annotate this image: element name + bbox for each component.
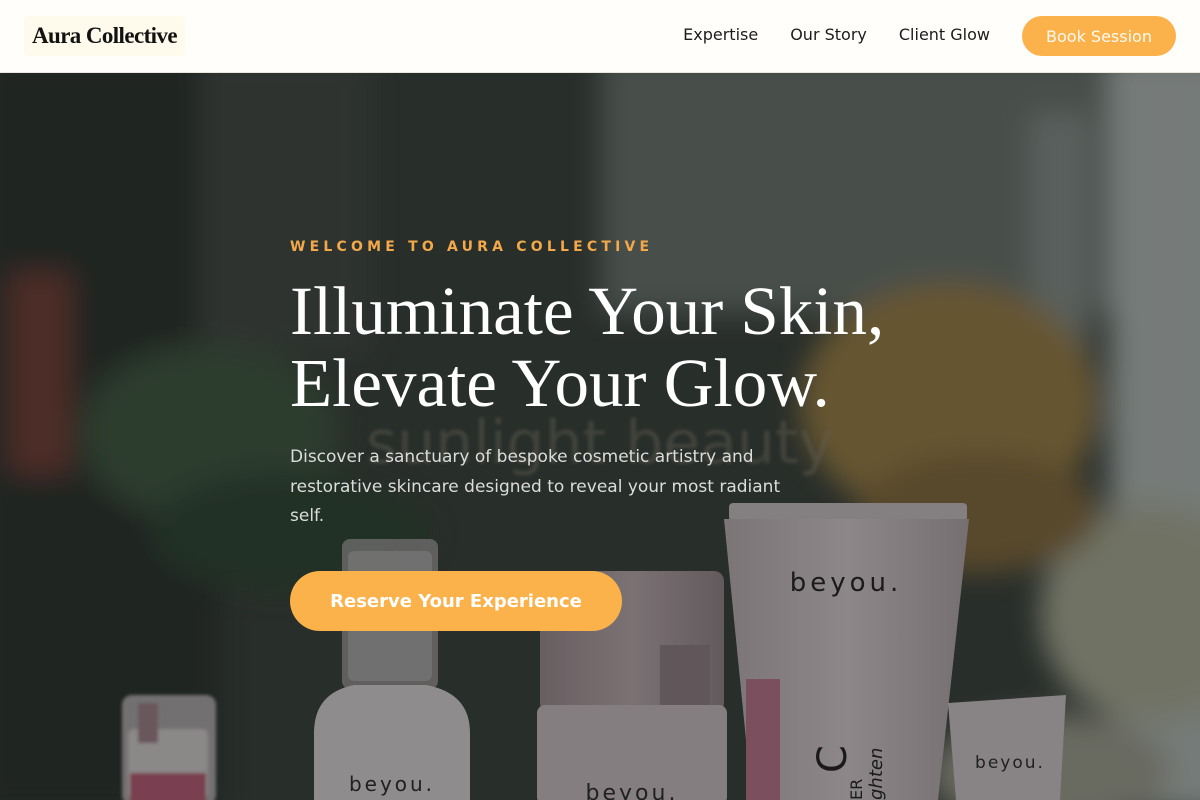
brand-logo[interactable]: Aura Collective xyxy=(24,16,185,56)
nav-link-our-story[interactable]: Our Story xyxy=(790,24,867,46)
nav-link-client-glow[interactable]: Client Glow xyxy=(899,24,990,46)
hero-subtext: Discover a sanctuary of bespoke cosmetic… xyxy=(290,447,781,526)
hero-headline-line-2: Elevate Your Glow. xyxy=(290,345,830,421)
hero-overlay xyxy=(0,73,1200,800)
hero-eyebrow: WELCOME TO AURA COLLECTIVE xyxy=(290,239,654,255)
hero-section: sunlight beauty beyou. beyou. beyou. C E… xyxy=(0,73,1200,800)
nav-link-expertise[interactable]: Expertise xyxy=(683,24,758,46)
hero-headline: Illuminate Your Skin, Elevate Your Glow. xyxy=(290,275,1010,419)
reserve-experience-button[interactable]: Reserve Your Experience xyxy=(290,571,622,631)
main-nav: Expertise Our Story Client Glow xyxy=(683,24,990,46)
hero-headline-line-1: Illuminate Your Skin, xyxy=(290,273,885,349)
book-session-button[interactable]: Book Session xyxy=(1022,16,1176,56)
site-header: Aura Collective Expertise Our Story Clie… xyxy=(0,0,1200,73)
